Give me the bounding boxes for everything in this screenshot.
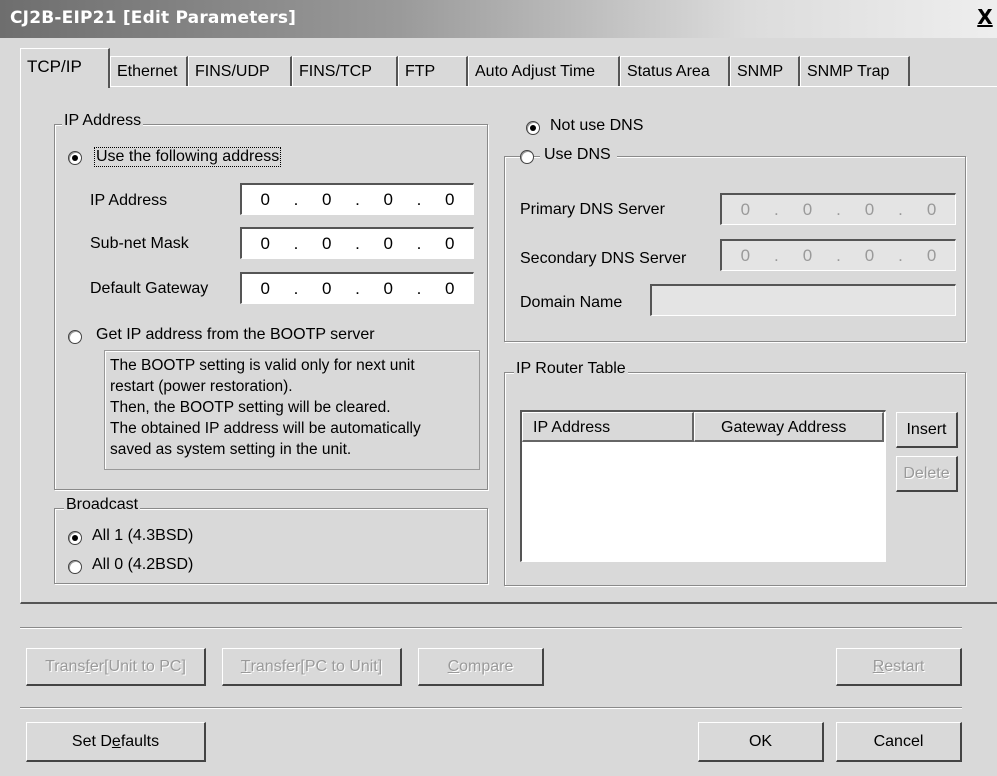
ok-button[interactable]: OK bbox=[698, 722, 824, 762]
default-gateway-label: Default Gateway bbox=[90, 280, 209, 297]
not-use-dns-label[interactable]: Not use DNS bbox=[550, 117, 643, 135]
close-button[interactable]: X bbox=[975, 5, 995, 29]
domain-name-label: Domain Name bbox=[520, 294, 623, 311]
compare-button[interactable]: Compare bbox=[418, 648, 544, 686]
primary-dns-input[interactable]: 0. 0. 0. 0 bbox=[720, 193, 956, 225]
subnet-mask-label: Sub-net Mask bbox=[90, 235, 189, 252]
use-following-address-label[interactable]: Use the following address bbox=[94, 147, 282, 167]
column-header-ip-address[interactable]: IP Address bbox=[522, 412, 694, 442]
transfer-unit-to-pc-button[interactable]: Trans f er[Unit to PC] bbox=[26, 648, 206, 686]
bootp-radio[interactable] bbox=[68, 330, 82, 344]
bootp-info-line: The BOOTP setting is valid only for next… bbox=[110, 357, 415, 374]
ip-address-label: IP Address bbox=[90, 192, 168, 209]
use-dns-radio[interactable] bbox=[520, 150, 534, 164]
window-title: CJ2B-EIP21 [Edit Parameters] bbox=[10, 8, 297, 28]
domain-name-input[interactable] bbox=[650, 284, 956, 316]
primary-dns-label: Primary DNS Server bbox=[520, 201, 665, 218]
tab-fins-udp[interactable]: FINS/UDP bbox=[188, 56, 292, 86]
router-table-list[interactable]: IP Address Gateway Address bbox=[520, 410, 886, 562]
use-following-address-radio[interactable] bbox=[68, 151, 82, 165]
ip-address-input[interactable]: 0. 0. 0. 0 bbox=[240, 183, 474, 215]
use-dns-label[interactable]: Use DNS bbox=[540, 146, 617, 164]
broadcast-group-label: Broadcast bbox=[64, 496, 141, 514]
broadcast-all1-label[interactable]: All 1 (4.3BSD) bbox=[92, 527, 193, 545]
not-use-dns-radio[interactable] bbox=[526, 121, 540, 135]
bootp-label[interactable]: Get IP address from the BOOTP server bbox=[96, 326, 375, 344]
secondary-dns-label: Secondary DNS Server bbox=[520, 250, 687, 267]
insert-button[interactable]: Insert bbox=[896, 412, 958, 448]
broadcast-all0-label[interactable]: All 0 (4.2BSD) bbox=[92, 556, 193, 574]
column-header-gateway-address[interactable]: Gateway Address bbox=[694, 412, 884, 442]
tab-snmp[interactable]: SNMP bbox=[730, 56, 800, 86]
tab-fins-tcp[interactable]: FINS/TCP bbox=[292, 56, 398, 86]
separator bbox=[20, 707, 962, 709]
broadcast-all1-radio[interactable] bbox=[68, 531, 82, 545]
broadcast-all0-radio[interactable] bbox=[68, 560, 82, 574]
transfer-pc-to-unit-button[interactable]: Transfer[PC to Unit] bbox=[222, 648, 402, 686]
tab-auto-adjust-time[interactable]: Auto Adjust Time bbox=[468, 56, 620, 86]
cancel-button[interactable]: Cancel bbox=[836, 722, 962, 762]
tab-ftp[interactable]: FTP bbox=[398, 56, 468, 86]
separator bbox=[20, 627, 962, 629]
subnet-mask-input[interactable]: 0. 0. 0. 0 bbox=[240, 227, 474, 259]
restart-button[interactable]: Restart bbox=[836, 648, 962, 686]
bootp-info-box: The BOOTP setting is valid only for next… bbox=[104, 350, 480, 470]
tab-snmp-trap[interactable]: SNMP Trap bbox=[800, 56, 910, 86]
tab-ethernet[interactable]: Ethernet bbox=[110, 56, 188, 86]
ip-address-group-label: IP Address bbox=[62, 112, 144, 130]
tab-status-area[interactable]: Status Area bbox=[620, 56, 730, 86]
secondary-dns-input[interactable]: 0. 0. 0. 0 bbox=[720, 239, 956, 271]
delete-button[interactable]: Delete bbox=[896, 456, 958, 492]
bootp-info-line: restart (power restoration). bbox=[110, 378, 293, 395]
ip-router-table-label: IP Router Table bbox=[514, 360, 628, 378]
bootp-info-line: The obtained IP address will be automati… bbox=[110, 420, 421, 437]
bootp-info-line: saved as system setting in the unit. bbox=[110, 441, 352, 458]
set-defaults-button[interactable]: Set De faults bbox=[26, 722, 206, 762]
bootp-info-line: Then, the BOOTP setting will be cleared. bbox=[110, 399, 391, 416]
default-gateway-input[interactable]: 0. 0. 0. 0 bbox=[240, 272, 474, 304]
tab-tcp-ip[interactable]: TCP/IP bbox=[20, 48, 110, 88]
